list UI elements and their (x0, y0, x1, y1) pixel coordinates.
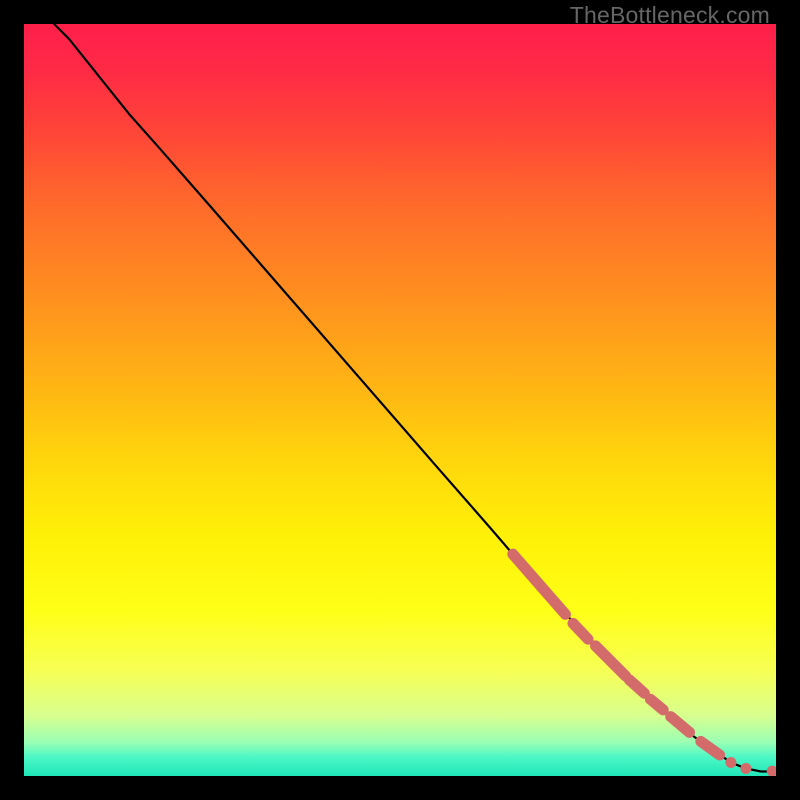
chart-svg (24, 24, 776, 776)
plot-area (24, 24, 776, 776)
gradient-background (24, 24, 776, 776)
marker-dot (725, 757, 736, 768)
chart-frame: TheBottleneck.com (0, 0, 800, 800)
marker-dot (740, 763, 751, 774)
